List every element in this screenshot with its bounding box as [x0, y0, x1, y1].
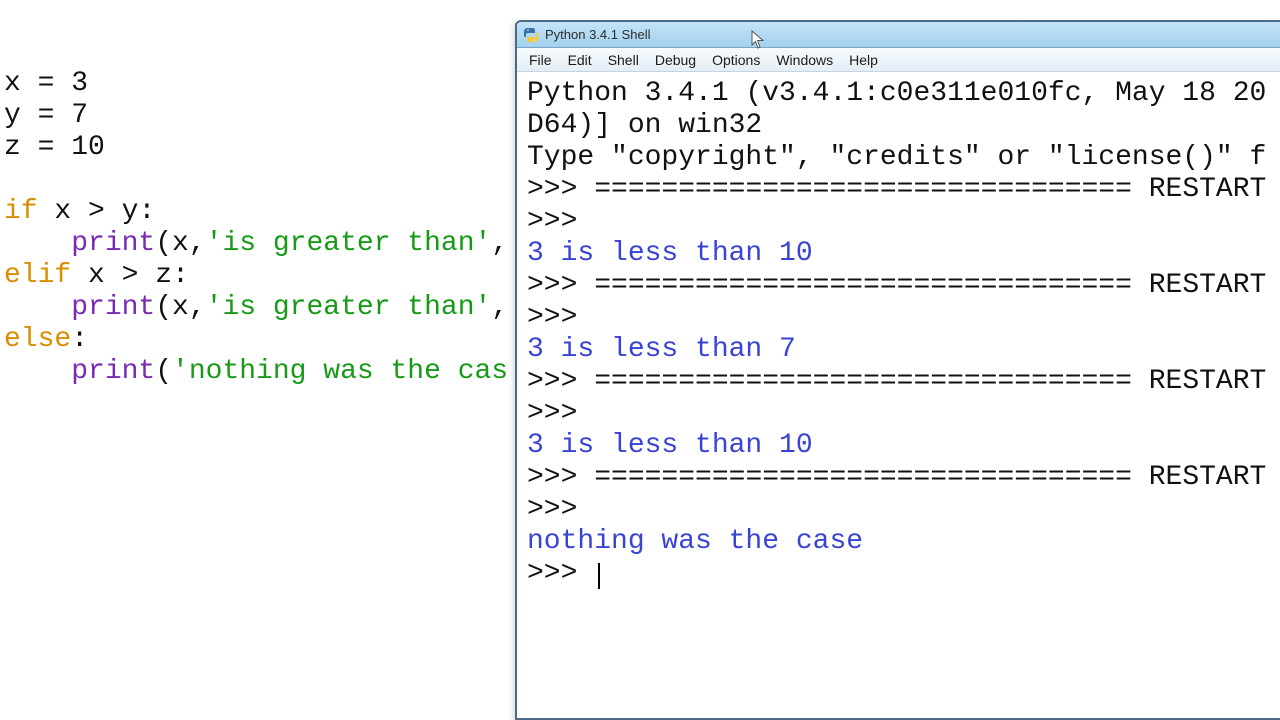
- token-punc: :: [71, 324, 88, 355]
- token-op: =: [21, 132, 71, 163]
- shell-line: >>> ================================ RES…: [527, 366, 1273, 398]
- shell-prompt: >>>: [527, 302, 594, 333]
- shell-prompt: >>>: [527, 206, 594, 237]
- restart-divider: ================================ RESTART: [594, 366, 1266, 397]
- token-name: x: [4, 68, 21, 99]
- shell-output: 3 is less than 10: [527, 430, 813, 461]
- shell-prompt: >>>: [527, 270, 594, 301]
- token-func: print: [71, 292, 155, 323]
- shell-line: 3 is less than 10: [527, 430, 1273, 462]
- shell-line: >>>: [527, 302, 1273, 334]
- shell-line: >>>: [527, 206, 1273, 238]
- token-num: 3: [71, 68, 88, 99]
- token-num: 7: [71, 100, 88, 131]
- menu-edit[interactable]: Edit: [560, 50, 600, 70]
- token-kw: if: [4, 196, 38, 227]
- token-num: 10: [71, 132, 105, 163]
- token-punc: ,: [491, 292, 508, 323]
- editor-line: print(x,'is greater than',: [4, 292, 520, 324]
- token-kw: elif: [4, 260, 71, 291]
- editor-line: x = 3: [4, 68, 520, 100]
- shell-prompt: >>>: [527, 462, 594, 493]
- token-punc: (: [155, 292, 172, 323]
- shell-line: >>>: [527, 558, 1273, 590]
- token-str: 'nothing was the cas: [172, 356, 508, 387]
- token-punc: [4, 356, 71, 387]
- editor-line: elif x > z:: [4, 260, 520, 292]
- editor-line: z = 10: [4, 132, 520, 164]
- token-punc: ,: [491, 228, 508, 259]
- editor-line: else:: [4, 324, 520, 356]
- shell-output: nothing was the case: [527, 526, 863, 557]
- token-name: x: [172, 292, 189, 323]
- shell-line: >>>: [527, 494, 1273, 526]
- token-name: x: [38, 196, 88, 227]
- menubar: FileEditShellDebugOptionsWindowsHelp: [517, 48, 1280, 72]
- editor-line: [4, 164, 520, 196]
- token-name: y: [105, 196, 139, 227]
- token-op: =: [21, 100, 71, 131]
- token-punc: :: [138, 196, 155, 227]
- token-name: x: [71, 260, 121, 291]
- shell-body[interactable]: Python 3.4.1 (v3.4.1:c0e311e010fc, May 1…: [517, 72, 1280, 718]
- titlebar[interactable]: Python 3.4.1 Shell: [517, 22, 1280, 48]
- editor-line: if x > y:: [4, 196, 520, 228]
- editor-pane[interactable]: x = 3y = 7z = 10 if x > y: print(x,'is g…: [0, 0, 520, 720]
- token-name: y: [4, 100, 21, 131]
- shell-prompt: >>>: [527, 398, 594, 429]
- menu-help[interactable]: Help: [841, 50, 886, 70]
- shell-prompt[interactable]: >>>: [527, 558, 594, 589]
- menu-options[interactable]: Options: [704, 50, 768, 70]
- shell-output: 3 is less than 10: [527, 238, 813, 269]
- token-func: print: [71, 356, 155, 387]
- shell-line: >>>: [527, 398, 1273, 430]
- shell-window: Python 3.4.1 Shell FileEditShellDebugOpt…: [515, 20, 1280, 720]
- token-name: x: [172, 228, 189, 259]
- token-str: 'is greater than': [206, 228, 492, 259]
- editor-line: y = 7: [4, 100, 520, 132]
- shell-output: 3 is less than 7: [527, 334, 796, 365]
- shell-banner-line: D64)] on win32: [527, 110, 1273, 142]
- python-icon: [523, 27, 539, 43]
- token-punc: (: [155, 228, 172, 259]
- token-op: =: [21, 68, 71, 99]
- token-punc: [4, 228, 71, 259]
- editor-line: print(x,'is greater than',: [4, 228, 520, 260]
- token-name: z: [138, 260, 172, 291]
- restart-divider: ================================ RESTART: [594, 174, 1266, 205]
- menu-shell[interactable]: Shell: [600, 50, 647, 70]
- shell-banner-line: Python 3.4.1 (v3.4.1:c0e311e010fc, May 1…: [527, 78, 1273, 110]
- token-punc: ,: [189, 292, 206, 323]
- token-punc: ,: [189, 228, 206, 259]
- token-str: 'is greater than': [206, 292, 492, 323]
- editor-line: print('nothing was the cas: [4, 356, 520, 388]
- shell-prompt: >>>: [527, 494, 594, 525]
- menu-file[interactable]: File: [521, 50, 560, 70]
- token-func: print: [71, 228, 155, 259]
- token-punc: (: [155, 356, 172, 387]
- window-title: Python 3.4.1 Shell: [545, 27, 651, 42]
- shell-prompt: >>>: [527, 174, 594, 205]
- shell-prompt: >>>: [527, 366, 594, 397]
- shell-banner-line: Type "copyright", "credits" or "license(…: [527, 142, 1273, 174]
- shell-line: nothing was the case: [527, 526, 1273, 558]
- text-cursor: [598, 563, 600, 589]
- token-op: >: [88, 196, 105, 227]
- shell-line: >>> ================================ RES…: [527, 270, 1273, 302]
- token-punc: :: [172, 260, 189, 291]
- token-name: z: [4, 132, 21, 163]
- token-punc: [4, 292, 71, 323]
- menu-debug[interactable]: Debug: [647, 50, 704, 70]
- token-kw: else: [4, 324, 71, 355]
- shell-line: >>> ================================ RES…: [527, 462, 1273, 494]
- token-op: >: [122, 260, 139, 291]
- menu-windows[interactable]: Windows: [768, 50, 841, 70]
- restart-divider: ================================ RESTART: [594, 462, 1266, 493]
- shell-line: 3 is less than 7: [527, 334, 1273, 366]
- editor-content[interactable]: x = 3y = 7z = 10 if x > y: print(x,'is g…: [4, 68, 520, 388]
- restart-divider: ================================ RESTART: [594, 270, 1266, 301]
- shell-line: 3 is less than 10: [527, 238, 1273, 270]
- shell-line: >>> ================================ RES…: [527, 174, 1273, 206]
